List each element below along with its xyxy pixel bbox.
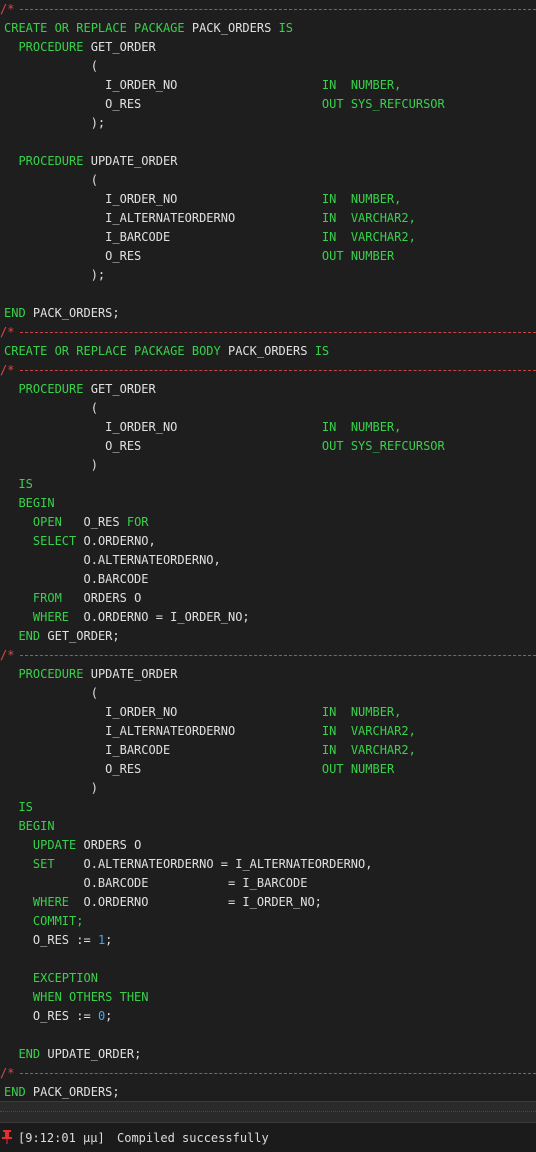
code-line: O.ALTERNATEORDERNO, bbox=[83, 553, 221, 567]
status-message: Compiled successfully bbox=[117, 1131, 269, 1145]
code-line: O.BARCODE bbox=[83, 572, 149, 586]
code-line: I_ORDER_NO IN NUMBER, bbox=[105, 420, 402, 434]
code-line: ); bbox=[90, 116, 106, 130]
code-line: SET O.ALTERNATEORDERNO = I_ALTERNATEORDE… bbox=[32, 857, 373, 871]
code-line: O_RES := 1; bbox=[32, 933, 113, 947]
code-line: O_RES OUT NUMBER bbox=[105, 249, 395, 263]
code-line: O_RES OUT SYS_REFCURSOR bbox=[105, 97, 445, 111]
code-line: ); bbox=[90, 268, 106, 282]
code-line: PROCEDURE GET_ORDER bbox=[18, 382, 156, 396]
code-line: ( bbox=[90, 59, 98, 73]
code-line: WHERE O.ORDERNO = I_ORDER_NO; bbox=[32, 610, 250, 624]
code-line: END PACK_ORDERS; bbox=[4, 306, 120, 320]
comment-separator: /* bbox=[0, 361, 536, 380]
code-line: ( bbox=[90, 173, 98, 187]
code-line: I_ORDER_NO IN NUMBER, bbox=[105, 78, 402, 92]
code-line: PROCEDURE GET_ORDER bbox=[18, 40, 156, 54]
code-line: O.BARCODE = I_BARCODE bbox=[83, 876, 308, 890]
code-line: O_RES OUT NUMBER bbox=[105, 762, 395, 776]
code-line: ) bbox=[90, 781, 98, 795]
code-line: CREATE OR REPLACE PACKAGE PACK_ORDERS IS bbox=[4, 21, 294, 35]
code-line: O_RES := 0; bbox=[32, 1009, 113, 1023]
code-line: I_ALTERNATEORDERNO IN VARCHAR2, bbox=[105, 211, 416, 225]
comment-separator: /* bbox=[0, 323, 536, 342]
status-time: [9:12:01 μμ] bbox=[18, 1131, 105, 1145]
code-line: END GET_ORDER; bbox=[18, 629, 120, 643]
code-line: O_RES OUT SYS_REFCURSOR bbox=[105, 439, 445, 453]
code-line: PROCEDURE UPDATE_ORDER bbox=[18, 154, 178, 168]
code-line: EXCEPTION bbox=[32, 971, 98, 985]
code-line: IS bbox=[18, 477, 33, 491]
code-line: I_ALTERNATEORDERNO IN VARCHAR2, bbox=[105, 724, 416, 738]
code-line: SELECT O.ORDERNO, bbox=[32, 534, 156, 548]
code-line: ) bbox=[90, 458, 98, 472]
code-line: I_ORDER_NO IN NUMBER, bbox=[105, 705, 402, 719]
panel-splitter[interactable] bbox=[0, 1101, 536, 1123]
code-line: END PACK_ORDERS; bbox=[4, 1085, 120, 1099]
comment-separator: /* bbox=[0, 646, 536, 665]
code-line: ( bbox=[90, 686, 98, 700]
code-line: I_ORDER_NO IN NUMBER, bbox=[105, 192, 402, 206]
code-line: COMMIT; bbox=[32, 914, 84, 928]
code-line: BEGIN bbox=[18, 496, 55, 510]
code-line: I_BARCODE IN VARCHAR2, bbox=[105, 743, 416, 757]
code-line: BEGIN bbox=[18, 819, 55, 833]
pin-icon[interactable] bbox=[2, 1130, 12, 1144]
code-line: PROCEDURE UPDATE_ORDER bbox=[18, 667, 178, 681]
status-bar: [9:12:01 μμ] Compiled successfully bbox=[0, 1122, 536, 1152]
comment-separator: /* bbox=[0, 0, 536, 19]
code-line: I_BARCODE IN VARCHAR2, bbox=[105, 230, 416, 244]
code-line: IS bbox=[18, 800, 33, 814]
code-editor[interactable]: /* CREATE OR REPLACE PACKAGE PACK_ORDERS… bbox=[0, 0, 536, 1101]
code-line: CREATE OR REPLACE PACKAGE BODY PACK_ORDE… bbox=[4, 344, 330, 358]
code-line: WHERE O.ORDERNO = I_ORDER_NO; bbox=[32, 895, 322, 909]
splitter-grip[interactable] bbox=[0, 1111, 536, 1112]
comment-separator: /* bbox=[0, 1064, 536, 1083]
code-line: UPDATE ORDERS O bbox=[32, 838, 142, 852]
code-line: OPEN O_RES FOR bbox=[32, 515, 149, 529]
code-line: WHEN OTHERS THEN bbox=[32, 990, 149, 1004]
code-line: ( bbox=[90, 401, 98, 415]
code-line: FROM ORDERS O bbox=[32, 591, 142, 605]
code-line: END UPDATE_ORDER; bbox=[18, 1047, 142, 1061]
